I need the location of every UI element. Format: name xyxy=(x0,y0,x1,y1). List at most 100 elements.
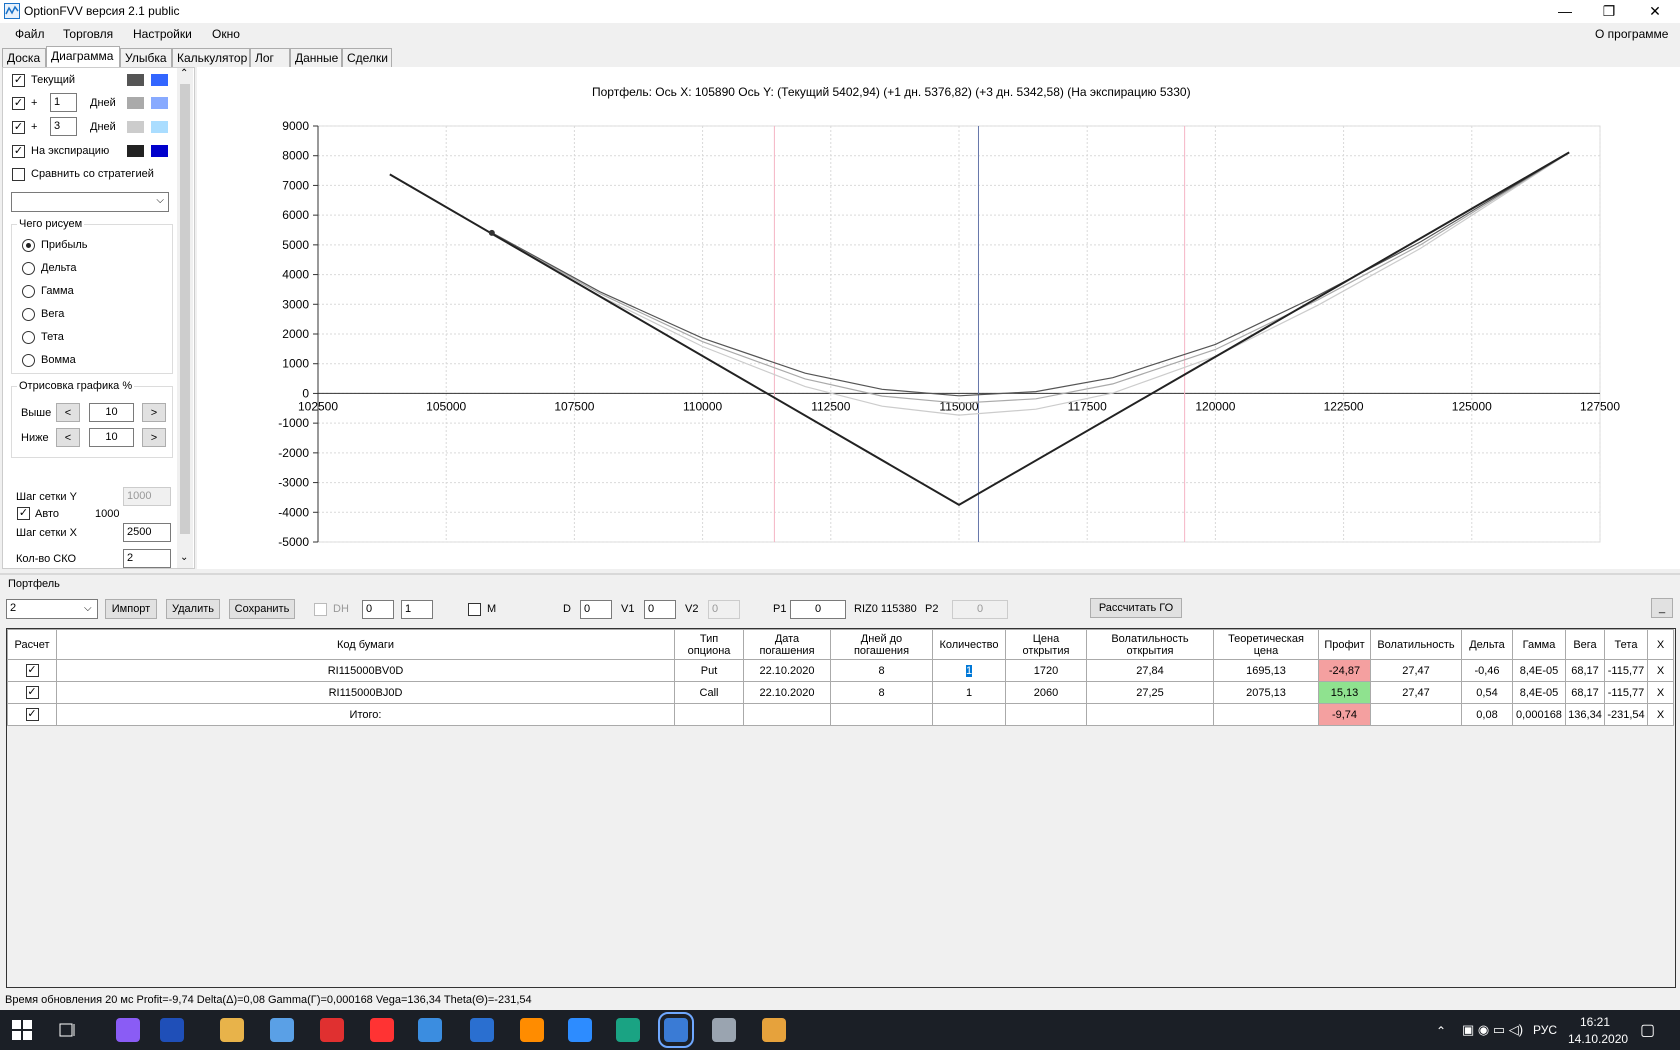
quantity-cell[interactable]: 1 xyxy=(932,659,1006,682)
date-cell: 22.10.2020 xyxy=(743,681,831,704)
language-indicator[interactable]: РУС xyxy=(1533,1023,1557,1037)
column-header[interactable]: Вега xyxy=(1565,629,1605,660)
column-header[interactable]: X xyxy=(1647,629,1674,660)
p1-input[interactable]: 0 xyxy=(790,600,846,619)
qlik-icon[interactable] xyxy=(616,1018,640,1042)
column-header[interactable]: Гамма xyxy=(1512,629,1566,660)
y-tick-label: 2000 xyxy=(282,327,309,341)
file-explorer-icon[interactable] xyxy=(220,1018,244,1042)
delete-row-button[interactable]: X xyxy=(1647,681,1674,704)
delete-total-button[interactable]: X xyxy=(1647,703,1674,726)
column-header[interactable]: Тета xyxy=(1604,629,1648,660)
delete-button[interactable]: Удалить xyxy=(166,599,220,619)
theo-price-cell: 1695,13 xyxy=(1213,659,1319,682)
windows-start-icon[interactable] xyxy=(12,1020,36,1044)
d-input[interactable]: 0 xyxy=(580,600,612,619)
selected-quantity[interactable]: 1 xyxy=(965,664,973,677)
splitter[interactable] xyxy=(0,573,1680,575)
clock-date[interactable]: 14.10.2020 xyxy=(1568,1032,1628,1046)
yandex-browser-icon[interactable] xyxy=(320,1018,344,1042)
code-cell[interactable]: RI115000BJ0D xyxy=(56,681,675,704)
thunderbird-icon[interactable] xyxy=(470,1018,494,1042)
type-cell: Put xyxy=(674,659,744,682)
v2-input[interactable]: 0 xyxy=(708,600,740,619)
yandex-icon[interactable] xyxy=(370,1018,394,1042)
m-checkbox[interactable] xyxy=(468,603,481,616)
theo-price-cell: 2075,13 xyxy=(1213,681,1319,704)
calc-margin-button[interactable]: Рассчитать ГО xyxy=(1090,598,1182,618)
y-tick-label: 7000 xyxy=(282,178,309,192)
calc-cell[interactable]: ✓ xyxy=(7,703,57,726)
save-app-icon[interactable] xyxy=(160,1018,184,1042)
gamma-cell: 8,4E-05 xyxy=(1512,659,1566,682)
column-header-text: Теоретическая xyxy=(1228,632,1304,645)
v1-input[interactable]: 0 xyxy=(644,600,676,619)
y-tick-label: 0 xyxy=(302,386,309,400)
vega-cell: 68,17 xyxy=(1565,659,1605,682)
dh-checkbox[interactable] xyxy=(314,603,327,616)
chevron-up-icon[interactable]: ⌃ xyxy=(1436,1024,1446,1038)
calc-cell[interactable]: ✓ xyxy=(7,659,57,682)
code-cell[interactable]: RI115000BV0D xyxy=(56,659,675,682)
column-header[interactable]: Код бумаги xyxy=(56,629,675,660)
column-header-text: X xyxy=(1656,638,1665,651)
table-row[interactable]: ✓ RI115000BV0D Put 22.10.2020 8 1 1720 27,84 169… xyxy=(7,659,1674,682)
y-tick-label: 8000 xyxy=(282,149,309,163)
column-header[interactable]: Дата погашения xyxy=(743,629,831,660)
task-view-icon[interactable] xyxy=(58,1020,82,1044)
column-header[interactable]: Волатильность xyxy=(1370,629,1462,660)
riz-label: RIZ0 115380 xyxy=(854,603,917,615)
v1-label: V1 xyxy=(621,603,635,615)
row-calc-checkbox[interactable]: ✓ xyxy=(25,686,39,699)
notification-center-icon[interactable]: ▢ xyxy=(1640,1020,1655,1040)
import-button[interactable]: Импорт xyxy=(105,599,157,619)
y-tick-label: 9000 xyxy=(282,119,309,133)
table-row[interactable]: ✓ RI115000BJ0D Call 22.10.2020 8 1 2060 27,25 20… xyxy=(7,681,1674,704)
x-tick-label: 105000 xyxy=(426,399,466,413)
column-header[interactable]: Дельта xyxy=(1461,629,1513,660)
dh-spin-1[interactable]: 0 xyxy=(362,600,394,619)
column-header[interactable]: Цена открытия xyxy=(1005,629,1087,660)
d-label: D xyxy=(563,603,571,615)
quantity-cell[interactable]: 1 xyxy=(932,681,1006,704)
save-button[interactable]: Сохранить xyxy=(229,599,295,619)
vlc-icon[interactable] xyxy=(520,1018,544,1042)
files-icon[interactable] xyxy=(712,1018,736,1042)
calc-cell[interactable]: ✓ xyxy=(7,681,57,704)
chrome-icon[interactable] xyxy=(418,1018,442,1042)
zoom-icon[interactable] xyxy=(568,1018,592,1042)
open-price-cell[interactable]: 2060 xyxy=(1005,681,1087,704)
open-vol-cell[interactable]: 27,25 xyxy=(1086,681,1214,704)
minimize-panel-button[interactable]: _ xyxy=(1651,598,1673,618)
clock-time[interactable]: 16:21 xyxy=(1580,1015,1610,1029)
open-vol-cell[interactable]: 27,84 xyxy=(1086,659,1214,682)
column-header[interactable]: Количество xyxy=(932,629,1006,660)
positions-table: Расчет Код бумаги Тип опциона Дата погашения Д… xyxy=(6,628,1676,988)
column-header[interactable]: Теоретическая цена xyxy=(1213,629,1319,660)
dh-spin-2[interactable]: 1 xyxy=(401,600,433,619)
column-header[interactable]: Тип опциона xyxy=(674,629,744,660)
open-price-cell[interactable]: 1720 xyxy=(1005,659,1087,682)
y-tick-label: -2000 xyxy=(278,446,309,460)
column-header[interactable]: Профит xyxy=(1318,629,1371,660)
row-calc-checkbox[interactable]: ✓ xyxy=(25,664,39,677)
status-bar: Время обновления 20 мс Profit=-9,74 Delt… xyxy=(0,990,1680,1010)
alice-icon[interactable] xyxy=(116,1018,140,1042)
column-header-text: Тета xyxy=(1614,638,1638,651)
row-calc-checkbox[interactable]: ✓ xyxy=(25,708,39,721)
optionfvv-icon[interactable] xyxy=(658,1012,694,1048)
theta-cell: -115,77 xyxy=(1604,681,1648,704)
network-app-icon[interactable] xyxy=(270,1018,294,1042)
column-header-text: открытия xyxy=(1126,644,1174,657)
media-player-icon[interactable] xyxy=(762,1018,786,1042)
y-tick-label: 5000 xyxy=(282,238,309,252)
delete-row-button[interactable]: X xyxy=(1647,659,1674,682)
payoff-chart[interactable]: 102500 105000 107500 110000 112500 115000 1175… xyxy=(0,0,1680,580)
column-header[interactable]: Дней до погашения xyxy=(830,629,933,660)
y-tick-label: 4000 xyxy=(282,268,309,282)
column-header[interactable]: Волатильность открытия xyxy=(1086,629,1214,660)
notification-tray-icons[interactable]: ▣ ◉ ▭ ◁) xyxy=(1462,1022,1523,1038)
empty-cell xyxy=(830,703,933,726)
p2-input[interactable]: 0 xyxy=(952,600,1008,619)
column-header[interactable]: Расчет xyxy=(7,629,57,660)
